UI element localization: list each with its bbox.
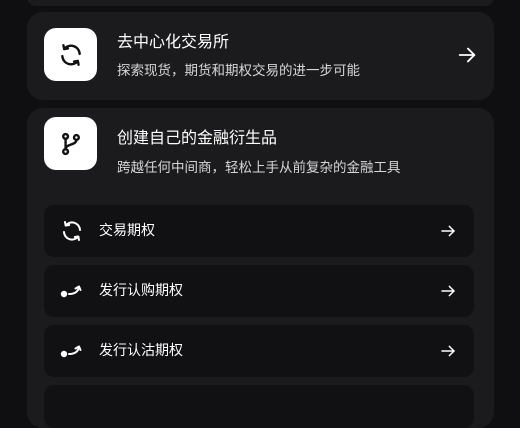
arrow-right-icon[interactable]	[456, 44, 478, 66]
dex-icon-box	[44, 28, 97, 81]
arrow-right-icon	[441, 285, 455, 297]
dex-card-title: 去中心化交易所	[117, 32, 230, 51]
issue-call-options-row[interactable]: 发行认购期权	[44, 265, 474, 317]
refresh-icon	[60, 43, 81, 66]
derivatives-card-title: 创建自己的金融衍生品	[117, 128, 278, 147]
partial-row[interactable]	[44, 385, 474, 428]
issue-call-options-label: 发行认购期权	[99, 283, 183, 299]
issue-put-options-row[interactable]: 发行认沽期权	[44, 325, 474, 377]
arrow-right-icon	[441, 345, 455, 357]
arrow-right-icon	[441, 225, 455, 237]
dex-card-description: 探索现货，期货和期权交易的进一步可能	[117, 63, 360, 79]
trade-options-row[interactable]: 交易期权	[44, 205, 474, 257]
trade-options-label: 交易期权	[99, 223, 155, 239]
derivatives-card: 创建自己的金融衍生品 跨越任何中间商，轻松上手从前复杂的金融工具 交易期权 发行…	[27, 108, 494, 428]
call-curve-icon	[60, 285, 82, 298]
derivatives-icon-box	[44, 117, 97, 170]
refresh-icon	[63, 221, 81, 241]
put-curve-icon	[60, 345, 82, 358]
git-branch-icon	[61, 132, 80, 155]
derivatives-card-description: 跨越任何中间商，轻松上手从前复杂的金融工具	[117, 160, 401, 176]
issue-put-options-label: 发行认沽期权	[99, 343, 183, 359]
previous-card-edge	[27, 0, 494, 6]
dex-card[interactable]: 去中心化交易所 探索现货，期货和期权交易的进一步可能	[27, 12, 494, 100]
